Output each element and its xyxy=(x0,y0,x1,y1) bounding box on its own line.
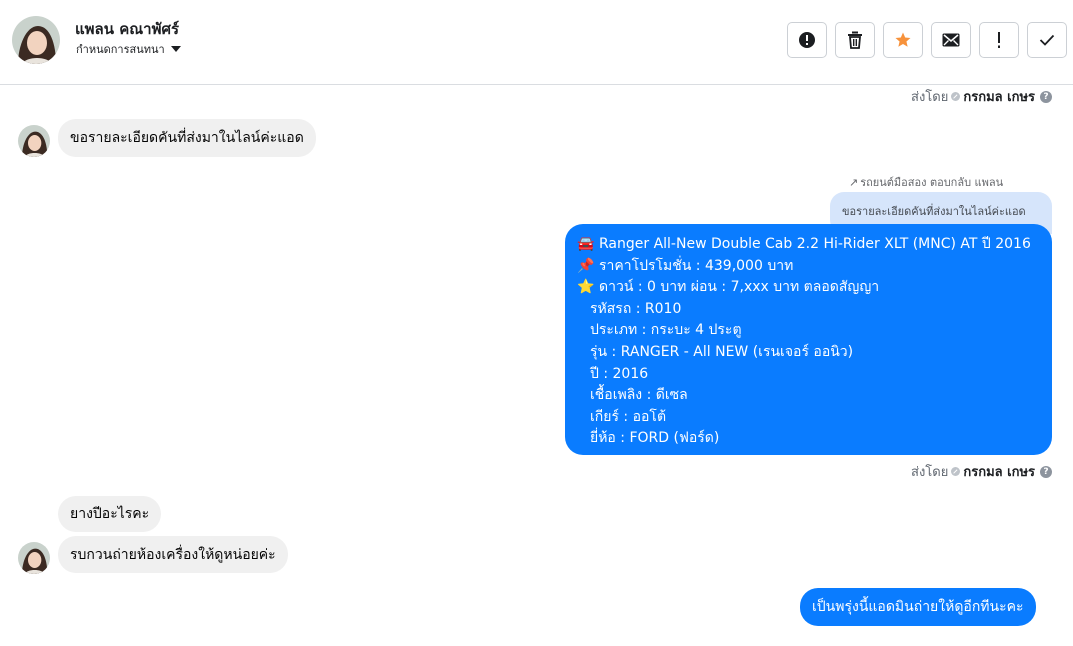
message-line: เชื้อเพลิง : ดีเซล xyxy=(577,385,1040,407)
message-line-text: รหัสรถ : R010 xyxy=(590,300,682,317)
message-line-text: เชื้อเพลิง : ดีเซล xyxy=(590,387,688,404)
star-icon xyxy=(895,32,911,47)
spam-button[interactable] xyxy=(787,22,827,58)
message-line-text: ปี : 2016 xyxy=(590,365,649,382)
help-icon[interactable]: ? xyxy=(1040,465,1052,478)
reply-label: ↗ รถยนต์มือสอง ตอบกลับ แพลน xyxy=(849,173,1003,191)
incoming-message[interactable]: ขอรายละเอียดคันที่ส่งมาในไลน์ค่ะแอด xyxy=(58,119,316,157)
conversation-actions xyxy=(787,22,1067,58)
message-line: 📌 ราคาโปรโมชั่น : 439,000 บาท xyxy=(577,256,1040,278)
message-line-text: ยี่ห้อ : FORD (ฟอร์ด) xyxy=(590,430,720,447)
message-text: เป็นพรุ่งนี้แอดมินถ่ายให้ดูอีกทีนะคะ xyxy=(812,599,1024,615)
message-line: เกียร์ : ออโต้ xyxy=(577,407,1040,429)
sent-by-name[interactable]: กรกมล เกษร xyxy=(963,461,1035,482)
mark-unread-button[interactable] xyxy=(931,22,971,58)
message-line: ประเภท : กระบะ 4 ประตู xyxy=(577,320,1040,342)
message-line-text: ดาวน์ : 0 บาท ผ่อน : 7,xxx บาท ตลอดสัญญา xyxy=(599,279,880,296)
message-line-text: ราคาโปรโมชั่น : 439,000 บาท xyxy=(599,257,794,274)
chevron-down-icon xyxy=(170,46,181,52)
incoming-message[interactable]: ยางปีอะไรคะ xyxy=(58,496,162,532)
contact-name[interactable]: แพลน คณาพัศร์ xyxy=(75,17,179,41)
sent-by-label: ส่งโดย กรกมล เกษร ? xyxy=(911,461,1052,482)
exclamation-icon xyxy=(998,32,1000,48)
reply-label-text: รถยนต์มือสอง ตอบกลับ แพลน xyxy=(860,176,1004,189)
sender-avatar[interactable] xyxy=(18,542,50,574)
reply-arrow-icon: ↗ xyxy=(849,175,859,189)
reply-quote-text: ขอรายละเอียดคันที่ส่งมาในไลน์ค่ะแอด xyxy=(842,205,1026,218)
conversation-header: แพลน คณาพัศร์ กำหนดการสนทนา xyxy=(0,0,1073,85)
verified-icon xyxy=(951,467,961,476)
verified-icon xyxy=(951,92,961,101)
help-icon[interactable]: ? xyxy=(1040,90,1052,103)
message-line: 🚘 Ranger All-New Double Cab 2.2 Hi-Rider … xyxy=(577,234,1040,256)
incoming-message[interactable]: รบกวนถ่ายห้องเครื่องให้ดูหน่อยค่ะ xyxy=(58,536,288,573)
star-button[interactable] xyxy=(883,22,923,58)
message-line: รหัสรถ : R010 xyxy=(577,299,1040,321)
check-icon xyxy=(1039,34,1055,46)
message-line-text: ประเภท : กระบะ 4 ประตู xyxy=(590,322,742,339)
message-text: รบกวนถ่ายห้องเครื่องให้ดูหน่อยค่ะ xyxy=(70,546,276,563)
trash-icon xyxy=(848,31,862,49)
pushpin-emoji-icon: 📌 xyxy=(577,257,595,274)
message-line: ปี : 2016 xyxy=(577,364,1040,386)
sent-by-prefix: ส่งโดย xyxy=(911,90,949,105)
alert-circle-icon xyxy=(799,32,815,48)
car-emoji-icon: 🚘 xyxy=(577,236,595,252)
outgoing-message-car-details[interactable]: 🚘 Ranger All-New Double Cab 2.2 Hi-Rider … xyxy=(565,224,1052,455)
assign-conversation-dropdown[interactable]: กำหนดการสนทนา xyxy=(76,40,181,58)
assign-label: กำหนดการสนทนา xyxy=(76,43,165,56)
message-text: ยางปีอะไรคะ xyxy=(70,506,150,522)
sent-by-label: ส่งโดย กรกมล เกษร ? xyxy=(911,86,1052,107)
sent-by-name[interactable]: กรกมล เกษร xyxy=(963,86,1035,107)
contact-avatar[interactable] xyxy=(12,16,60,64)
message-line: ⭐ ดาวน์ : 0 บาท ผ่อน : 7,xxx บาท ตลอดสัญญ… xyxy=(577,277,1040,299)
done-button[interactable] xyxy=(1027,22,1067,58)
message-line-text: Ranger All-New Double Cab 2.2 Hi-Rider X… xyxy=(599,236,1031,252)
sent-by-prefix: ส่งโดย xyxy=(911,465,949,480)
outgoing-message[interactable]: เป็นพรุ่งนี้แอดมินถ่ายให้ดูอีกทีนะคะ xyxy=(800,588,1036,626)
delete-button[interactable] xyxy=(835,22,875,58)
message-text: ขอรายละเอียดคันที่ส่งมาในไลน์ค่ะแอด xyxy=(70,130,304,146)
message-line: รุ่น : RANGER - All NEW (เรนเจอร์ ออนิว) xyxy=(577,342,1040,364)
envelope-icon xyxy=(942,33,960,47)
message-line: ยี่ห้อ : FORD (ฟอร์ด) xyxy=(577,428,1040,450)
important-button[interactable] xyxy=(979,22,1019,58)
message-line-text: เกียร์ : ออโต้ xyxy=(590,408,667,425)
star-emoji-icon: ⭐ xyxy=(577,279,595,296)
message-line-text: รุ่น : RANGER - All NEW (เรนเจอร์ ออนิว) xyxy=(590,343,854,360)
sender-avatar[interactable] xyxy=(18,125,50,157)
